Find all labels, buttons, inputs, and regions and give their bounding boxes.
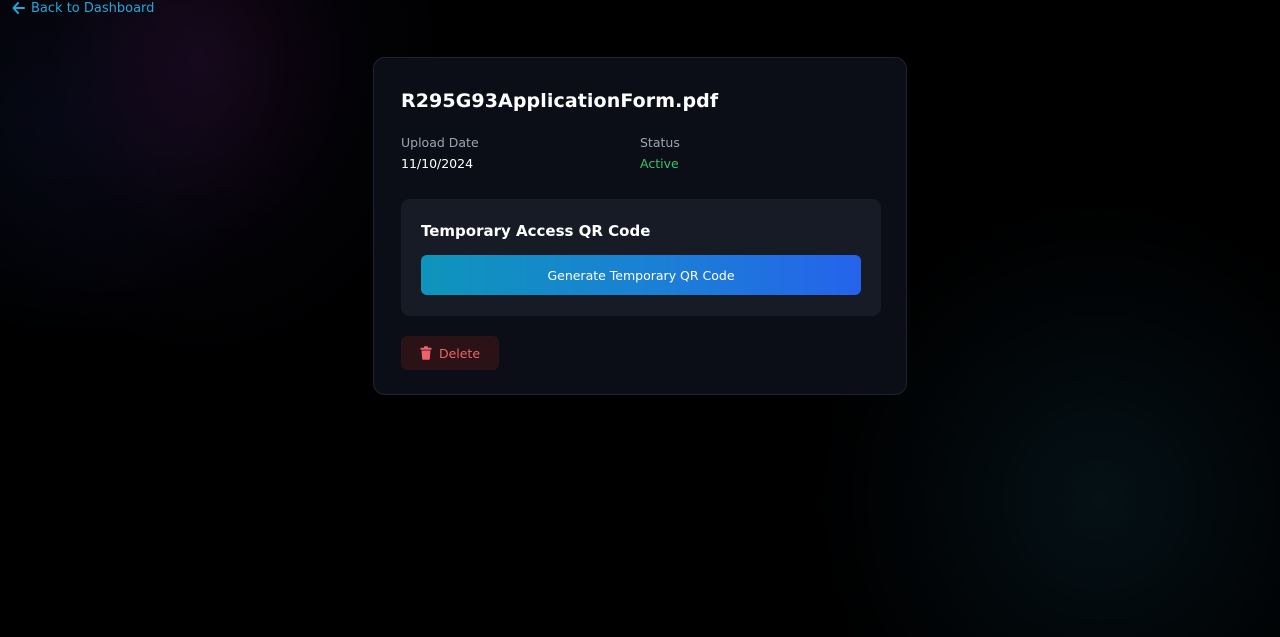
generate-qr-button[interactable]: Generate Temporary QR Code bbox=[421, 255, 861, 295]
status-value: Active bbox=[640, 156, 679, 171]
back-link-label: Back to Dashboard bbox=[31, 0, 155, 16]
back-to-dashboard-link[interactable]: Back to Dashboard bbox=[12, 0, 154, 16]
qr-panel-title: Temporary Access QR Code bbox=[421, 222, 651, 240]
file-detail-card: R295G93ApplicationForm.pdf Upload Date 1… bbox=[373, 57, 907, 395]
upload-date-block: Upload Date 11/10/2024 bbox=[401, 134, 640, 173]
upload-date-value: 11/10/2024 bbox=[401, 156, 474, 171]
delete-label: Delete bbox=[438, 345, 481, 361]
trash-icon bbox=[420, 346, 432, 360]
qr-code-panel: Temporary Access QR Code Generate Tempor… bbox=[401, 199, 881, 316]
file-name-title: R295G93ApplicationForm.pdf bbox=[401, 90, 719, 112]
file-meta: Upload Date 11/10/2024 Status Active bbox=[401, 134, 879, 173]
arrow-left-icon bbox=[12, 2, 25, 14]
upload-date-label: Upload Date bbox=[401, 135, 479, 150]
status-label: Status bbox=[640, 135, 680, 150]
delete-button[interactable]: Delete bbox=[401, 336, 499, 370]
status-block: Status Active bbox=[640, 134, 879, 173]
